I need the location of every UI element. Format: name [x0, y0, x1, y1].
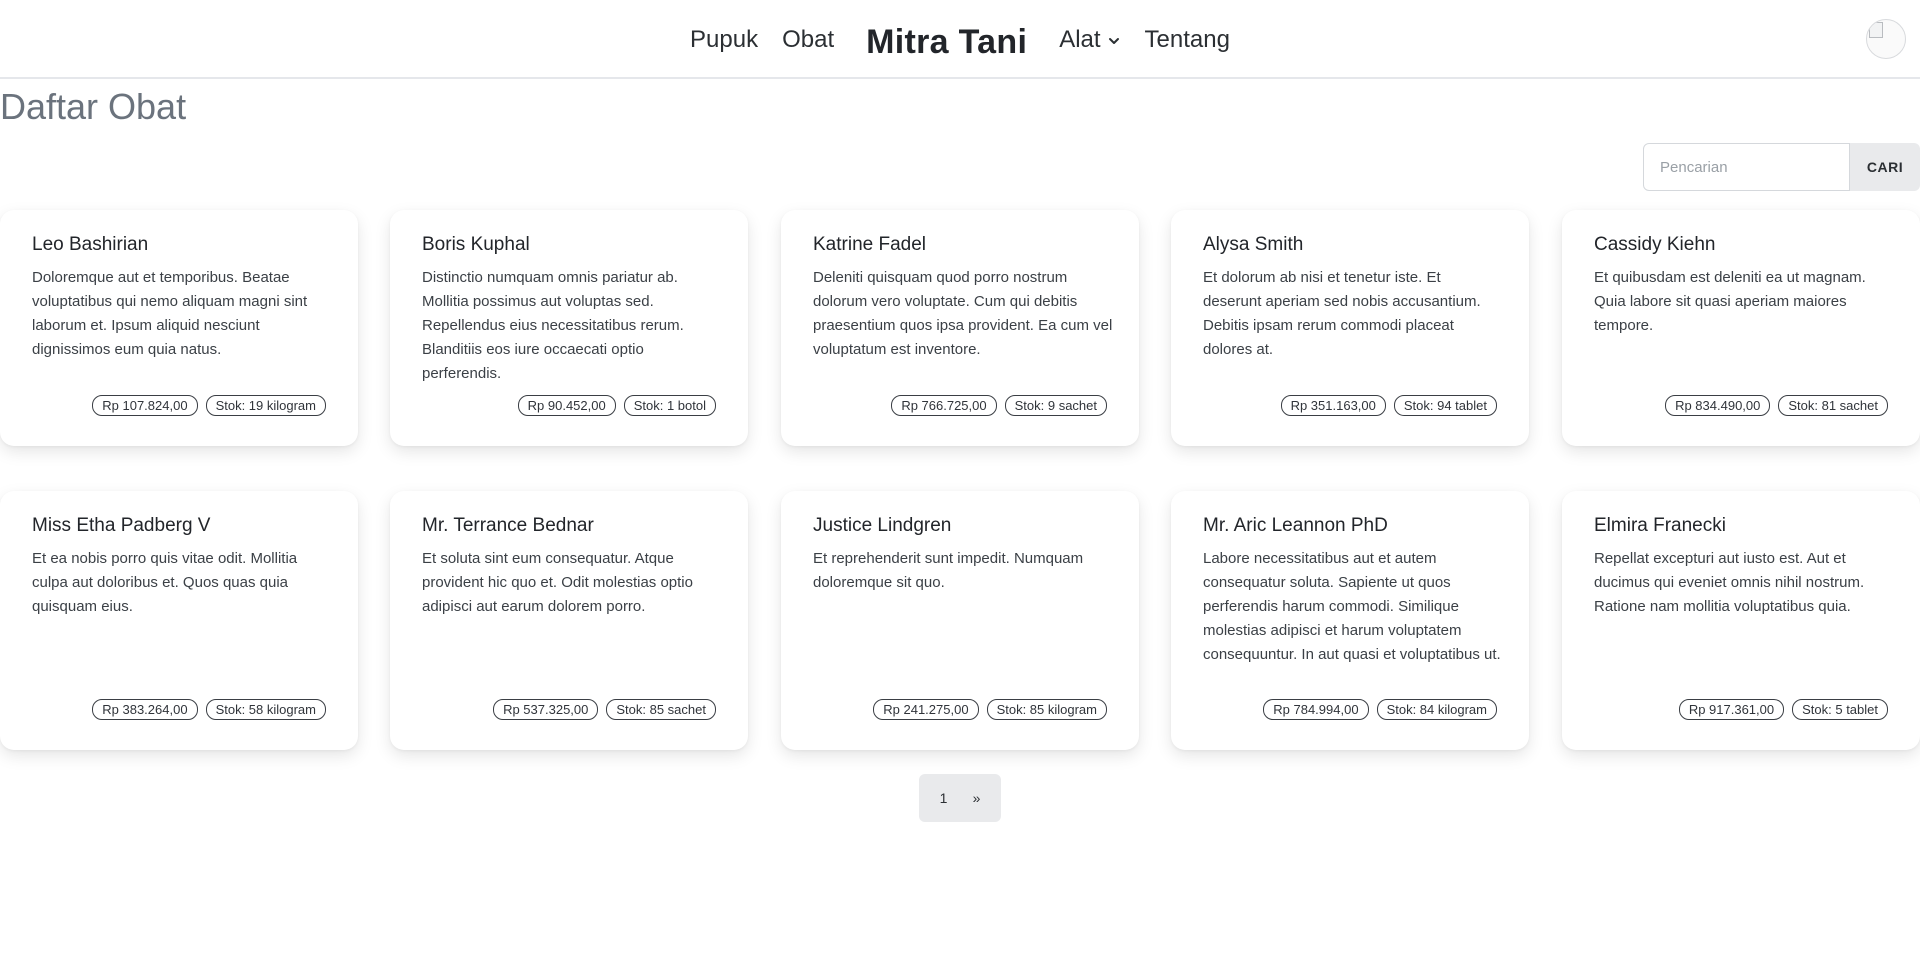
- product-name: Miss Etha Padberg V: [32, 515, 211, 536]
- stock-badge: Stok: 94 tablet: [1393, 395, 1497, 416]
- search-button[interactable]: CARI: [1850, 143, 1920, 191]
- product-description: Deleniti quisquam quod porro nostrum dol…: [813, 269, 1113, 358]
- product-card[interactable]: Alysa Smith Et dolorum ab nisi et tenetu…: [1171, 210, 1529, 446]
- navbar: Pupuk Obat Mitra Tani Alat Tentang: [0, 0, 1920, 79]
- page-button-current[interactable]: 1: [934, 786, 954, 810]
- product-description: Labore necessitatibus aut et autem conse…: [1203, 550, 1501, 663]
- product-badges: Rp 834.490,00 Stok: 81 sachet: [1665, 395, 1888, 416]
- product-badges: Rp 917.361,00 Stok: 5 tablet: [1678, 699, 1888, 720]
- stock-badge: Stok: 1 botol: [623, 395, 716, 416]
- product-card[interactable]: Mr. Aric Leannon PhD Labore necessitatib…: [1171, 491, 1529, 750]
- product-badges: Rp 766.725,00 Stok: 9 sachet: [891, 395, 1107, 416]
- product-badges: Rp 784.994,00 Stok: 84 kilogram: [1263, 699, 1497, 720]
- product-badges: Rp 383.264,00 Stok: 58 kilogram: [92, 699, 326, 720]
- product-card[interactable]: Miss Etha Padberg V Et ea nobis porro qu…: [0, 491, 358, 750]
- stock-badge: Stok: 58 kilogram: [205, 699, 326, 720]
- broken-image-icon: [1869, 22, 1883, 38]
- product-description: Et quibusdam est deleniti ea ut magnam. …: [1594, 269, 1866, 334]
- stock-badge: Stok: 19 kilogram: [205, 395, 326, 416]
- stock-badge: Stok: 85 kilogram: [986, 699, 1107, 720]
- price-badge: Rp 537.325,00: [493, 699, 599, 720]
- product-badges: Rp 107.824,00 Stok: 19 kilogram: [92, 395, 326, 416]
- product-description: Et ea nobis porro quis vitae odit. Molli…: [32, 550, 298, 615]
- price-badge: Rp 917.361,00: [1678, 699, 1785, 720]
- stock-badge: Stok: 84 kilogram: [1376, 699, 1497, 720]
- product-card[interactable]: Mr. Terrance Bednar Et soluta sint eum c…: [390, 491, 748, 750]
- stock-badge: Stok: 5 tablet: [1792, 699, 1888, 720]
- nav-link-pupuk[interactable]: Pupuk: [678, 26, 770, 54]
- nav-dropdown-alat[interactable]: Alat: [1047, 26, 1132, 54]
- nav-link-tentang[interactable]: Tentang: [1133, 26, 1242, 54]
- stock-badge: Stok: 9 sachet: [1004, 395, 1107, 416]
- product-description: Distinctio numquam omnis pariatur ab. Mo…: [422, 269, 684, 382]
- product-description: Et soluta sint eum consequatur. Atque pr…: [422, 550, 693, 615]
- product-card[interactable]: Justice Lindgren Et reprehenderit sunt i…: [781, 491, 1139, 750]
- product-description: Et dolorum ab nisi et tenetur iste. Et d…: [1203, 269, 1481, 358]
- pagination: 1 »: [919, 774, 1001, 822]
- product-name: Katrine Fadel: [813, 234, 927, 255]
- product-name: Cassidy Kiehn: [1594, 234, 1716, 255]
- nav-dropdown-label: Alat: [1059, 25, 1101, 53]
- price-badge: Rp 241.275,00: [873, 699, 979, 720]
- product-name: Elmira Franecki: [1594, 515, 1726, 536]
- product-description: Repellat excepturi aut iusto est. Aut et…: [1594, 550, 1865, 615]
- price-badge: Rp 383.264,00: [92, 699, 198, 720]
- page-next-button[interactable]: »: [967, 786, 987, 810]
- product-name: Mr. Aric Leannon PhD: [1203, 515, 1388, 536]
- stock-badge: Stok: 81 sachet: [1778, 395, 1888, 416]
- price-badge: Rp 834.490,00: [1665, 395, 1771, 416]
- avatar[interactable]: [1866, 19, 1906, 59]
- search-input[interactable]: [1643, 143, 1850, 191]
- product-badges: Rp 241.275,00 Stok: 85 kilogram: [873, 699, 1107, 720]
- product-card[interactable]: Cassidy Kiehn Et quibusdam est deleniti …: [1562, 210, 1920, 446]
- chevron-down-icon: [1108, 37, 1119, 44]
- product-badges: Rp 537.325,00 Stok: 85 sachet: [493, 699, 716, 720]
- brand-logo-text[interactable]: Mitra Tani: [846, 23, 1047, 62]
- product-name: Alysa Smith: [1203, 234, 1304, 255]
- product-name: Boris Kuphal: [422, 234, 530, 255]
- price-badge: Rp 351.163,00: [1280, 395, 1386, 416]
- product-name: Mr. Terrance Bednar: [422, 515, 594, 536]
- product-badges: Rp 351.163,00 Stok: 94 tablet: [1280, 395, 1497, 416]
- product-name: Justice Lindgren: [813, 515, 952, 536]
- price-badge: Rp 90.452,00: [517, 395, 616, 416]
- product-card[interactable]: Katrine Fadel Deleniti quisquam quod por…: [781, 210, 1139, 446]
- product-name: Leo Bashirian: [32, 234, 149, 255]
- nav-link-obat[interactable]: Obat: [770, 26, 846, 54]
- price-badge: Rp 766.725,00: [891, 395, 997, 416]
- price-badge: Rp 107.824,00: [92, 395, 198, 416]
- product-card[interactable]: Boris Kuphal Distinctio numquam omnis pa…: [390, 210, 748, 446]
- page-title: Daftar Obat: [0, 86, 187, 127]
- main-nav: Pupuk Obat Mitra Tani Alat Tentang: [0, 0, 1920, 79]
- product-card[interactable]: Leo Bashirian Doloremque aut et temporib…: [0, 210, 358, 446]
- stock-badge: Stok: 85 sachet: [606, 699, 716, 720]
- product-description: Et reprehenderit sunt impedit. Numquam d…: [813, 550, 1084, 591]
- price-badge: Rp 784.994,00: [1263, 699, 1369, 720]
- product-description: Doloremque aut et temporibus. Beatae vol…: [32, 269, 308, 358]
- product-card[interactable]: Elmira Franecki Repellat excepturi aut i…: [1562, 491, 1920, 750]
- search-form: CARI: [1643, 143, 1920, 191]
- product-badges: Rp 90.452,00 Stok: 1 botol: [517, 395, 716, 416]
